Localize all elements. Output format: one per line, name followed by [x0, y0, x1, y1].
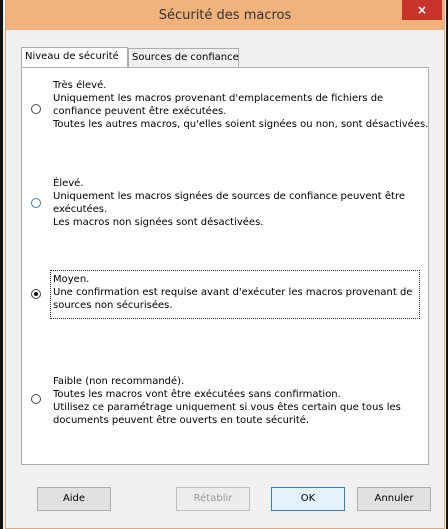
option-line: sources non sécurisées.: [53, 300, 173, 311]
option-title: Moyen.: [53, 274, 90, 285]
window-left-edge: [0, 0, 3, 529]
tab-security-level[interactable]: Niveau de sécurité: [21, 47, 128, 67]
help-button[interactable]: Aide: [37, 487, 111, 511]
option-line: Les macros non signées sont désactivées.: [53, 217, 264, 228]
option-high[interactable]: Élevé. Uniquement les macros signées de …: [22, 176, 428, 240]
close-icon[interactable]: ×: [402, 0, 442, 20]
option-medium-text: Moyen. Une confirmation est requise avan…: [53, 273, 427, 312]
option-line: confiance peuvent être exécutées.: [53, 106, 227, 117]
dialog-title: Sécurité des macros: [158, 8, 292, 23]
radio-low[interactable]: [31, 394, 41, 404]
security-level-panel: Très élevé. Uniquement les macros proven…: [21, 67, 429, 465]
option-line: Uniquement les macros provenant d'emplac…: [53, 93, 384, 104]
radio-medium[interactable]: [31, 289, 41, 299]
option-very-high-text: Très élevé. Uniquement les macros proven…: [53, 79, 429, 131]
reset-button[interactable]: Rétablir: [176, 487, 250, 511]
option-low-text: Faible (non recommandé). Toutes les macr…: [53, 375, 427, 427]
option-high-text: Élevé. Uniquement les macros signées de …: [53, 177, 427, 229]
radio-very-high[interactable]: [31, 104, 41, 114]
radio-high[interactable]: [31, 198, 41, 208]
option-line: exécutées.: [53, 204, 108, 215]
option-title: Faible (non recommandé).: [53, 376, 185, 387]
option-line: documents peuvent être ouverts en toute …: [53, 415, 310, 426]
option-medium[interactable]: Moyen. Une confirmation est requise avan…: [22, 270, 428, 322]
title-bar[interactable]: Sécurité des macros ×: [6, 0, 444, 30]
option-line: Toutes les macros vont être exécutées sa…: [53, 389, 341, 400]
ok-button[interactable]: OK: [271, 487, 345, 511]
option-line: Toutes les autres macros, qu'elles soien…: [53, 119, 429, 130]
tab-trusted-sources[interactable]: Sources de confiance: [128, 48, 239, 67]
option-line: Utilisez ce paramétrage uniquement si vo…: [53, 402, 401, 413]
option-title: Élevé.: [53, 178, 84, 189]
option-line: Uniquement les macros signées de sources…: [53, 191, 406, 202]
option-low[interactable]: Faible (non recommandé). Toutes les macr…: [22, 374, 428, 438]
option-title: Très élevé.: [53, 80, 107, 91]
cancel-button[interactable]: Annuler: [357, 487, 431, 511]
option-very-high[interactable]: Très élevé. Uniquement les macros proven…: [22, 78, 428, 142]
option-line: Une confirmation est requise avant d'exé…: [53, 287, 413, 298]
